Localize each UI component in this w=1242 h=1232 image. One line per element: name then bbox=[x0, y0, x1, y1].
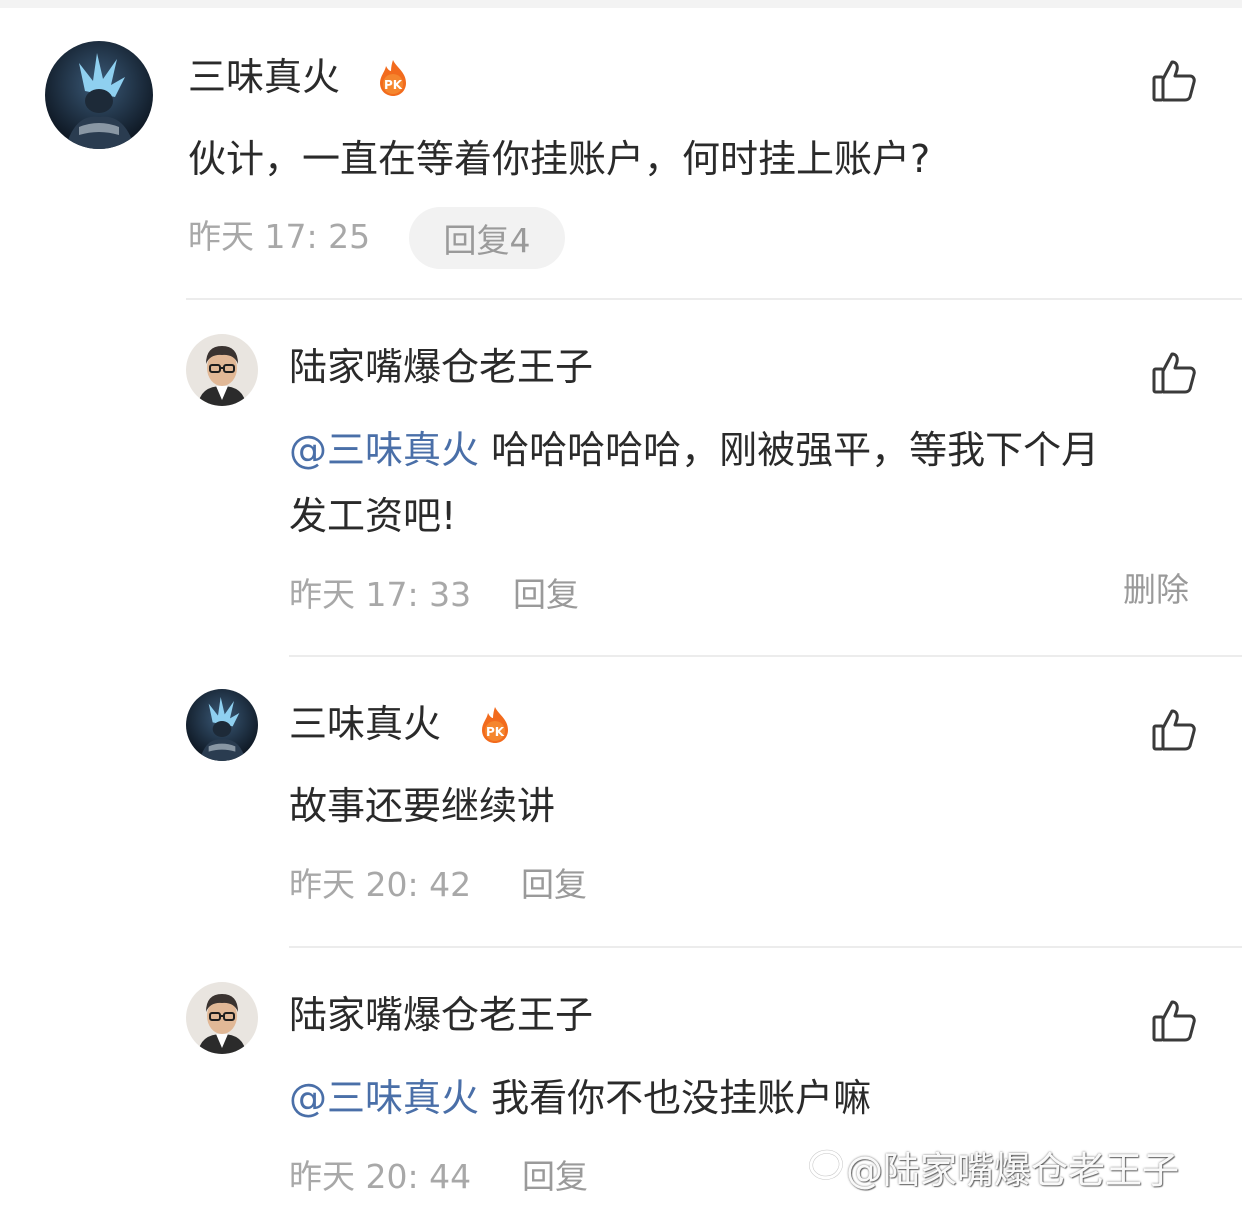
reply-text: 故事还要继续讲 bbox=[289, 784, 556, 828]
divider bbox=[289, 655, 1242, 657]
reply-text: @三味真火 我看你不也没挂账户嘛 bbox=[289, 1065, 871, 1132]
top-divider bbox=[0, 0, 1242, 8]
avatar-lujiazui[interactable] bbox=[186, 982, 258, 1054]
mention-link[interactable]: @三味真火 bbox=[289, 428, 479, 472]
comment-time: 昨天 17: 25 bbox=[188, 217, 371, 256]
thumbs-up-icon[interactable] bbox=[1150, 349, 1198, 397]
reply-button[interactable]: 回复 bbox=[513, 575, 579, 615]
delete-button[interactable]: 删除 bbox=[1123, 563, 1189, 611]
reply-text-body: 我看你不也没挂账户嘛 bbox=[479, 1076, 872, 1120]
divider bbox=[289, 946, 1242, 948]
thumbs-up-icon[interactable] bbox=[1150, 997, 1198, 1045]
comment-text: 伙计，一直在等着你挂账户，何时挂上账户? bbox=[188, 137, 931, 181]
reply-button[interactable]: 回复 bbox=[522, 1157, 588, 1197]
reply-time: 昨天 20: 44 bbox=[289, 1157, 472, 1196]
pk-badge-icon: PK bbox=[478, 706, 512, 744]
reply-time: 昨天 20: 42 bbox=[289, 865, 472, 904]
reply-text-line2: 发工资吧! bbox=[289, 494, 457, 538]
reply-username[interactable]: 陆家嘴爆仓老王子 bbox=[289, 345, 593, 391]
comment-username[interactable]: 三味真火 bbox=[188, 55, 340, 101]
reply-username[interactable]: 陆家嘴爆仓老王子 bbox=[289, 993, 593, 1039]
svg-text:PK: PK bbox=[384, 78, 403, 92]
reply-button[interactable]: 回复 bbox=[521, 865, 587, 905]
reply-count-button[interactable]: 回复4 bbox=[409, 207, 565, 269]
reply-time: 昨天 17: 33 bbox=[289, 575, 472, 614]
avatar-sanweizhenhuo[interactable] bbox=[186, 689, 258, 761]
reply-username[interactable]: 三味真火 bbox=[289, 702, 441, 748]
svg-text:PK: PK bbox=[486, 725, 505, 739]
weibo-logo-icon bbox=[804, 1142, 852, 1186]
watermark-text: @陆家嘴爆仓老王子 bbox=[846, 1149, 1179, 1192]
avatar-sanweizhenhuo[interactable] bbox=[45, 41, 153, 149]
reply-text-line1: 哈哈哈哈哈，刚被强平，等我下个月 bbox=[479, 428, 1100, 472]
mention-link[interactable]: @三味真火 bbox=[289, 1076, 479, 1120]
pk-badge-icon: PK bbox=[376, 59, 410, 97]
divider bbox=[186, 298, 1242, 300]
reply-text: @三味真火 哈哈哈哈哈，刚被强平，等我下个月 bbox=[289, 417, 1099, 484]
thumbs-up-icon[interactable] bbox=[1150, 706, 1198, 754]
thumbs-up-icon[interactable] bbox=[1150, 57, 1198, 105]
avatar-lujiazui[interactable] bbox=[186, 334, 258, 406]
